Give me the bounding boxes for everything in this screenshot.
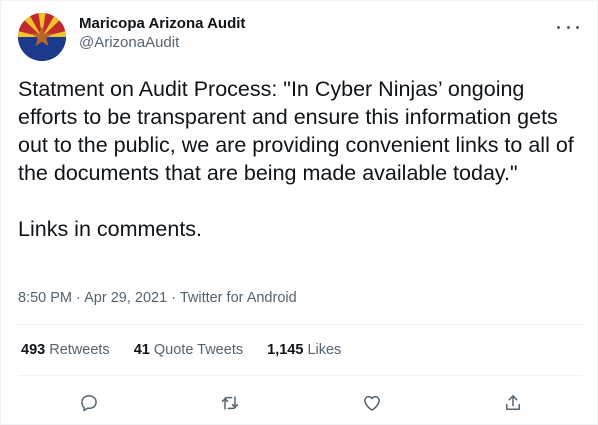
retweet-button[interactable] xyxy=(216,389,244,417)
retweets-count: 493 xyxy=(21,342,46,358)
like-icon xyxy=(364,395,380,411)
tweet-header: Maricopa Arizona Audit @ArizonaAudit xyxy=(18,13,583,65)
tweet-stats: 493 Retweets 41 Quote Tweets 1,145 Likes xyxy=(21,340,361,360)
tweet-text: Statment on Audit Process: "In Cyber Nin… xyxy=(18,77,574,241)
tweet-actions xyxy=(18,389,583,417)
likes-label: Likes xyxy=(307,342,342,358)
meta-separator: · xyxy=(171,290,177,306)
author-names: Maricopa Arizona Audit @ArizonaAudit xyxy=(79,15,245,53)
likes-stat[interactable]: 1,145 Likes xyxy=(267,342,341,358)
reply-button[interactable] xyxy=(75,389,103,417)
divider xyxy=(18,324,583,325)
likes-count: 1,145 xyxy=(267,342,304,358)
like-button[interactable] xyxy=(358,389,386,417)
retweet-icon xyxy=(221,396,239,410)
more-dot xyxy=(566,25,570,29)
tweet-source[interactable]: Twitter for Android xyxy=(180,290,297,306)
arizona-flag-avatar-icon xyxy=(18,13,66,61)
more-options-icon[interactable] xyxy=(557,19,579,35)
author-display-name[interactable]: Maricopa Arizona Audit xyxy=(79,15,245,33)
quote-tweets-count: 41 xyxy=(133,342,150,358)
divider xyxy=(18,375,583,376)
retweets-stat[interactable]: 493 Retweets xyxy=(21,342,110,358)
more-dot xyxy=(576,25,579,29)
reply-icon xyxy=(81,395,97,412)
meta-separator: · xyxy=(76,290,81,306)
tweet-time[interactable]: 8:50 PM xyxy=(18,290,72,306)
retweets-label: Retweets xyxy=(49,342,110,358)
quote-tweets-label: Quote Tweets xyxy=(153,342,244,358)
avatar[interactable] xyxy=(18,13,66,61)
share-button[interactable] xyxy=(499,389,527,417)
more-dot xyxy=(557,25,560,29)
share-icon xyxy=(506,395,520,410)
tweet-meta: 8:50 PM · Apr 29, 2021 · Twitter for And… xyxy=(18,288,297,308)
tweet-date[interactable]: Apr 29, 2021 xyxy=(84,290,167,306)
quote-tweets-stat[interactable]: 41 Quote Tweets xyxy=(134,342,243,358)
tweet-card: Maricopa Arizona Audit @ArizonaAudit Sta… xyxy=(0,0,598,425)
author-handle[interactable]: @ArizonaAudit xyxy=(79,33,245,53)
